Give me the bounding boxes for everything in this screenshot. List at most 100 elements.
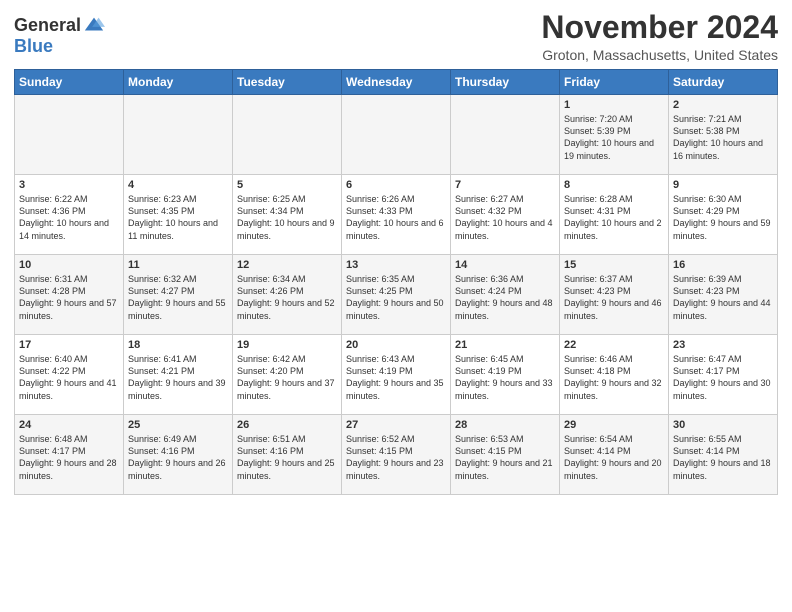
week-row-2: 3Sunrise: 6:22 AM Sunset: 4:36 PM Daylig… [15, 175, 778, 255]
calendar-cell: 4 Sunrise: 6:23 AM Sunset: 4:35 PM Daylig… [124, 175, 233, 255]
day-number: 27 [346, 419, 446, 431]
day-info: Sunrise: 6:27 AM Sunset: 4:32 PM Dayligh… [455, 193, 555, 242]
logo-icon [83, 14, 105, 36]
day-info: Sunrise: 6:53 AM Sunset: 4:15 PM Dayligh… [455, 433, 555, 482]
calendar-cell: 15 Sunrise: 6:37 AM Sunset: 4:23 PM Dayli… [560, 255, 669, 335]
day-number: 14 [455, 259, 555, 271]
week-row-5: 24 Sunrise: 6:48 AM Sunset: 4:17 PM Dayli… [15, 415, 778, 495]
day-of-week-monday: Monday [124, 70, 233, 95]
day-info: Sunrise: 6:46 AM Sunset: 4:18 PM Dayligh… [564, 353, 664, 402]
page: General Blue November 2024 Groton, Massa… [0, 0, 792, 505]
calendar-cell: 30 Sunrise: 6:55 AM Sunset: 4:14 PM Dayli… [669, 415, 778, 495]
week-row-1: 1 Sunrise: 7:20 AM Sunset: 5:39 PM Daylig… [15, 95, 778, 175]
location: Groton, Massachusetts, United States [541, 47, 778, 63]
calendar-cell: 18 Sunrise: 6:41 AM Sunset: 4:21 PM Dayli… [124, 335, 233, 415]
day-number: 5 [237, 179, 337, 191]
day-info: Sunrise: 6:35 AM Sunset: 4:25 PM Dayligh… [346, 273, 446, 322]
day-number: 9 [673, 179, 773, 191]
day-info: Sunrise: 6:25 AM Sunset: 4:34 PM Dayligh… [237, 193, 337, 242]
calendar-cell: 13 Sunrise: 6:35 AM Sunset: 4:25 PM Dayli… [342, 255, 451, 335]
day-info: Sunrise: 6:39 AM Sunset: 4:23 PM Dayligh… [673, 273, 773, 322]
calendar-cell: 23 Sunrise: 6:47 AM Sunset: 4:17 PM Dayli… [669, 335, 778, 415]
day-number: 1 [564, 99, 664, 111]
day-number: 4 [128, 179, 228, 191]
day-number: 22 [564, 339, 664, 351]
day-info: Sunrise: 6:36 AM Sunset: 4:24 PM Dayligh… [455, 273, 555, 322]
day-number: 15 [564, 259, 664, 271]
day-of-week-tuesday: Tuesday [233, 70, 342, 95]
day-info: Sunrise: 6:31 AM Sunset: 4:28 PM Dayligh… [19, 273, 119, 322]
day-info: Sunrise: 6:55 AM Sunset: 4:14 PM Dayligh… [673, 433, 773, 482]
day-of-week-saturday: Saturday [669, 70, 778, 95]
day-info: Sunrise: 6:47 AM Sunset: 4:17 PM Dayligh… [673, 353, 773, 402]
calendar-cell: 1 Sunrise: 7:20 AM Sunset: 5:39 PM Daylig… [560, 95, 669, 175]
calendar-cell: 3Sunrise: 6:22 AM Sunset: 4:36 PM Daylig… [15, 175, 124, 255]
day-of-week-thursday: Thursday [451, 70, 560, 95]
logo-blue-text: Blue [14, 36, 53, 57]
day-number: 20 [346, 339, 446, 351]
day-number: 23 [673, 339, 773, 351]
day-info: Sunrise: 7:20 AM Sunset: 5:39 PM Dayligh… [564, 113, 664, 162]
day-of-week-friday: Friday [560, 70, 669, 95]
day-number: 19 [237, 339, 337, 351]
day-info: Sunrise: 6:43 AM Sunset: 4:19 PM Dayligh… [346, 353, 446, 402]
day-number: 2 [673, 99, 773, 111]
day-info: Sunrise: 6:51 AM Sunset: 4:16 PM Dayligh… [237, 433, 337, 482]
day-number: 26 [237, 419, 337, 431]
day-number: 13 [346, 259, 446, 271]
calendar-cell: 28 Sunrise: 6:53 AM Sunset: 4:15 PM Dayli… [451, 415, 560, 495]
logo: General Blue [14, 14, 105, 57]
calendar-cell [342, 95, 451, 175]
day-number: 16 [673, 259, 773, 271]
day-number: 30 [673, 419, 773, 431]
calendar-cell: 9 Sunrise: 6:30 AM Sunset: 4:29 PM Daylig… [669, 175, 778, 255]
calendar-cell: 7 Sunrise: 6:27 AM Sunset: 4:32 PM Daylig… [451, 175, 560, 255]
day-info: Sunrise: 6:48 AM Sunset: 4:17 PM Dayligh… [19, 433, 119, 482]
header: General Blue November 2024 Groton, Massa… [14, 10, 778, 63]
day-info: Sunrise: 6:30 AM Sunset: 4:29 PM Dayligh… [673, 193, 773, 242]
day-number: 3 [19, 179, 119, 191]
day-number: 6 [346, 179, 446, 191]
calendar-cell: 29 Sunrise: 6:54 AM Sunset: 4:14 PM Dayli… [560, 415, 669, 495]
week-row-3: 10Sunrise: 6:31 AM Sunset: 4:28 PM Dayli… [15, 255, 778, 335]
logo-general-text: General [14, 15, 81, 36]
day-info: Sunrise: 6:28 AM Sunset: 4:31 PM Dayligh… [564, 193, 664, 242]
day-info: Sunrise: 6:34 AM Sunset: 4:26 PM Dayligh… [237, 273, 337, 322]
title-block: November 2024 Groton, Massachusetts, Uni… [541, 10, 778, 63]
day-number: 11 [128, 259, 228, 271]
calendar-cell [15, 95, 124, 175]
day-of-week-sunday: Sunday [15, 70, 124, 95]
calendar-cell: 5 Sunrise: 6:25 AM Sunset: 4:34 PM Daylig… [233, 175, 342, 255]
calendar-cell: 20 Sunrise: 6:43 AM Sunset: 4:19 PM Dayli… [342, 335, 451, 415]
calendar-cell: 12 Sunrise: 6:34 AM Sunset: 4:26 PM Dayli… [233, 255, 342, 335]
day-number: 18 [128, 339, 228, 351]
day-info: Sunrise: 6:37 AM Sunset: 4:23 PM Dayligh… [564, 273, 664, 322]
calendar-cell [451, 95, 560, 175]
calendar-cell [233, 95, 342, 175]
day-info: Sunrise: 6:54 AM Sunset: 4:14 PM Dayligh… [564, 433, 664, 482]
calendar-cell: 27 Sunrise: 6:52 AM Sunset: 4:15 PM Dayli… [342, 415, 451, 495]
day-info: Sunrise: 6:23 AM Sunset: 4:35 PM Dayligh… [128, 193, 228, 242]
calendar-cell: 14 Sunrise: 6:36 AM Sunset: 4:24 PM Dayli… [451, 255, 560, 335]
calendar-cell: 10Sunrise: 6:31 AM Sunset: 4:28 PM Dayli… [15, 255, 124, 335]
day-info: Sunrise: 7:21 AM Sunset: 5:38 PM Dayligh… [673, 113, 773, 162]
calendar-cell: 16 Sunrise: 6:39 AM Sunset: 4:23 PM Dayli… [669, 255, 778, 335]
day-number: 12 [237, 259, 337, 271]
day-number: 7 [455, 179, 555, 191]
day-number: 24 [19, 419, 119, 431]
day-info: Sunrise: 6:42 AM Sunset: 4:20 PM Dayligh… [237, 353, 337, 402]
day-number: 21 [455, 339, 555, 351]
calendar-cell: 17Sunrise: 6:40 AM Sunset: 4:22 PM Dayli… [15, 335, 124, 415]
calendar-cell: 19 Sunrise: 6:42 AM Sunset: 4:20 PM Dayli… [233, 335, 342, 415]
calendar-cell [124, 95, 233, 175]
day-number: 25 [128, 419, 228, 431]
month-title: November 2024 [541, 10, 778, 45]
day-number: 28 [455, 419, 555, 431]
day-info: Sunrise: 6:52 AM Sunset: 4:15 PM Dayligh… [346, 433, 446, 482]
day-number: 17 [19, 339, 119, 351]
calendar-cell: 6Sunrise: 6:26 AM Sunset: 4:33 PM Daylig… [342, 175, 451, 255]
day-info: Sunrise: 6:41 AM Sunset: 4:21 PM Dayligh… [128, 353, 228, 402]
day-number: 29 [564, 419, 664, 431]
calendar-cell: 8Sunrise: 6:28 AM Sunset: 4:31 PM Daylig… [560, 175, 669, 255]
day-of-week-wednesday: Wednesday [342, 70, 451, 95]
